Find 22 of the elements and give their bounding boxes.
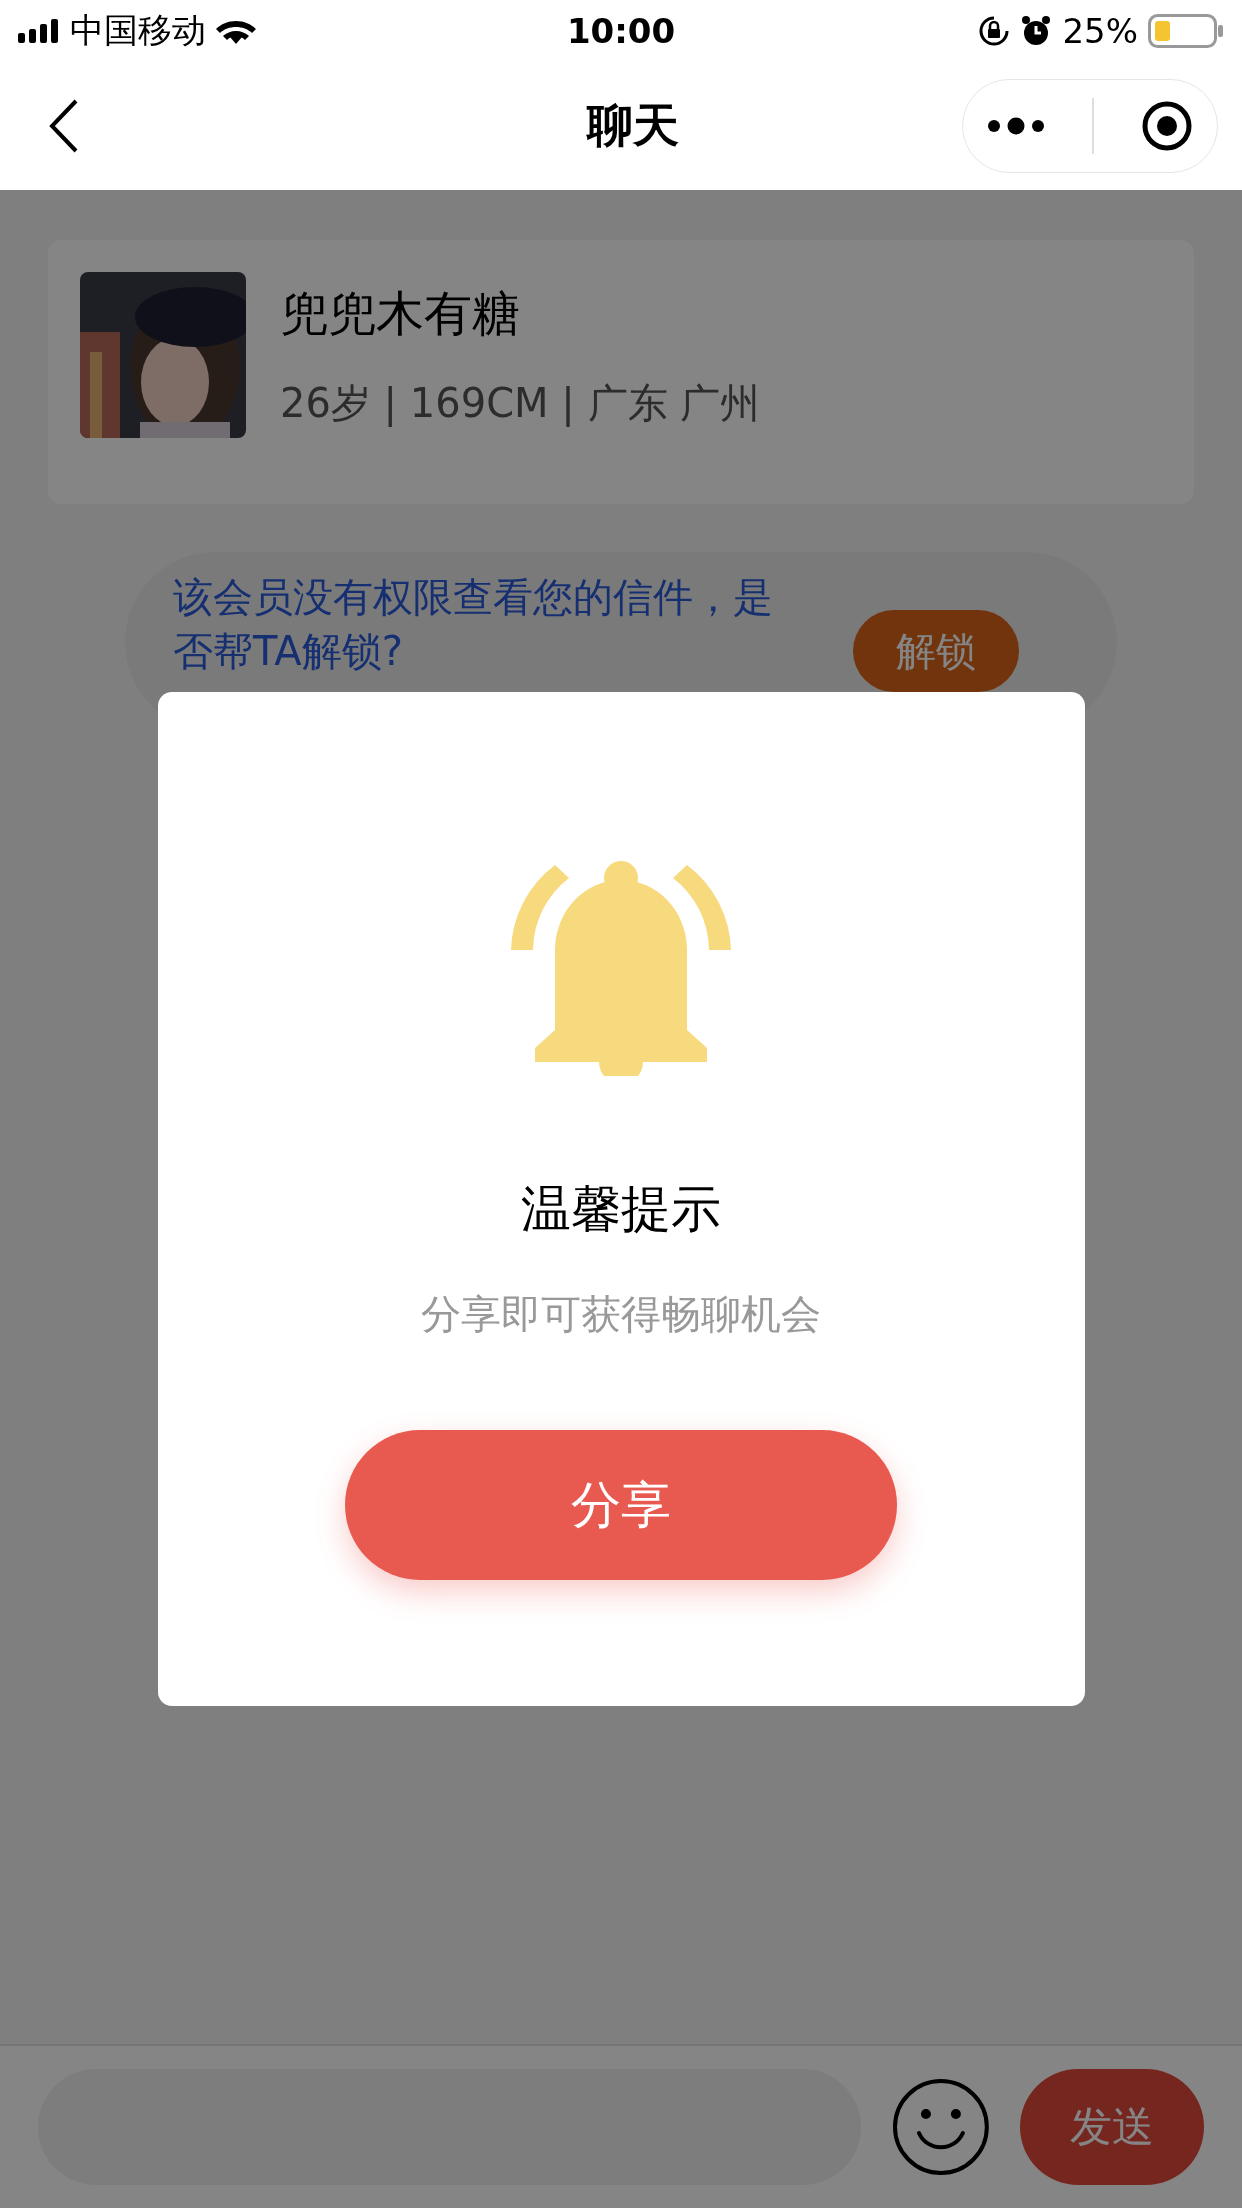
battery-icon: [1148, 14, 1224, 48]
unlock-button[interactable]: 解锁: [853, 610, 1019, 692]
dialog-title: 温馨提示: [521, 1179, 721, 1240]
clock-time: 10:00: [566, 11, 676, 51]
back-icon[interactable]: [48, 98, 80, 154]
send-button[interactable]: 发送: [1020, 2069, 1204, 2185]
more-icon[interactable]: [986, 117, 1045, 135]
profile-card[interactable]: 兜兜木有糖 26岁 | 169CM | 广东 广州: [48, 240, 1194, 504]
close-target-icon[interactable]: [1141, 100, 1194, 152]
signal-icon: [18, 19, 60, 43]
user-name: 兜兜木有糖: [280, 284, 521, 343]
battery-percent: 25%: [1062, 11, 1138, 51]
rotation-lock-icon: [978, 15, 1011, 47]
notice-text: 该会员没有权限查看您的信件，是否帮TA解锁?: [173, 573, 774, 676]
dialog-message: 分享即可获得畅聊机会: [421, 1290, 821, 1339]
page-title: 聊天: [587, 97, 679, 154]
alarm-icon: [1020, 15, 1053, 47]
bell-icon: [511, 860, 731, 1076]
user-details: 26岁 | 169CM | 广东 广州: [280, 379, 761, 429]
carrier-name: 中国移动: [70, 9, 206, 52]
share-button[interactable]: 分享: [345, 1430, 897, 1580]
emoji-icon[interactable]: [890, 2077, 991, 2177]
